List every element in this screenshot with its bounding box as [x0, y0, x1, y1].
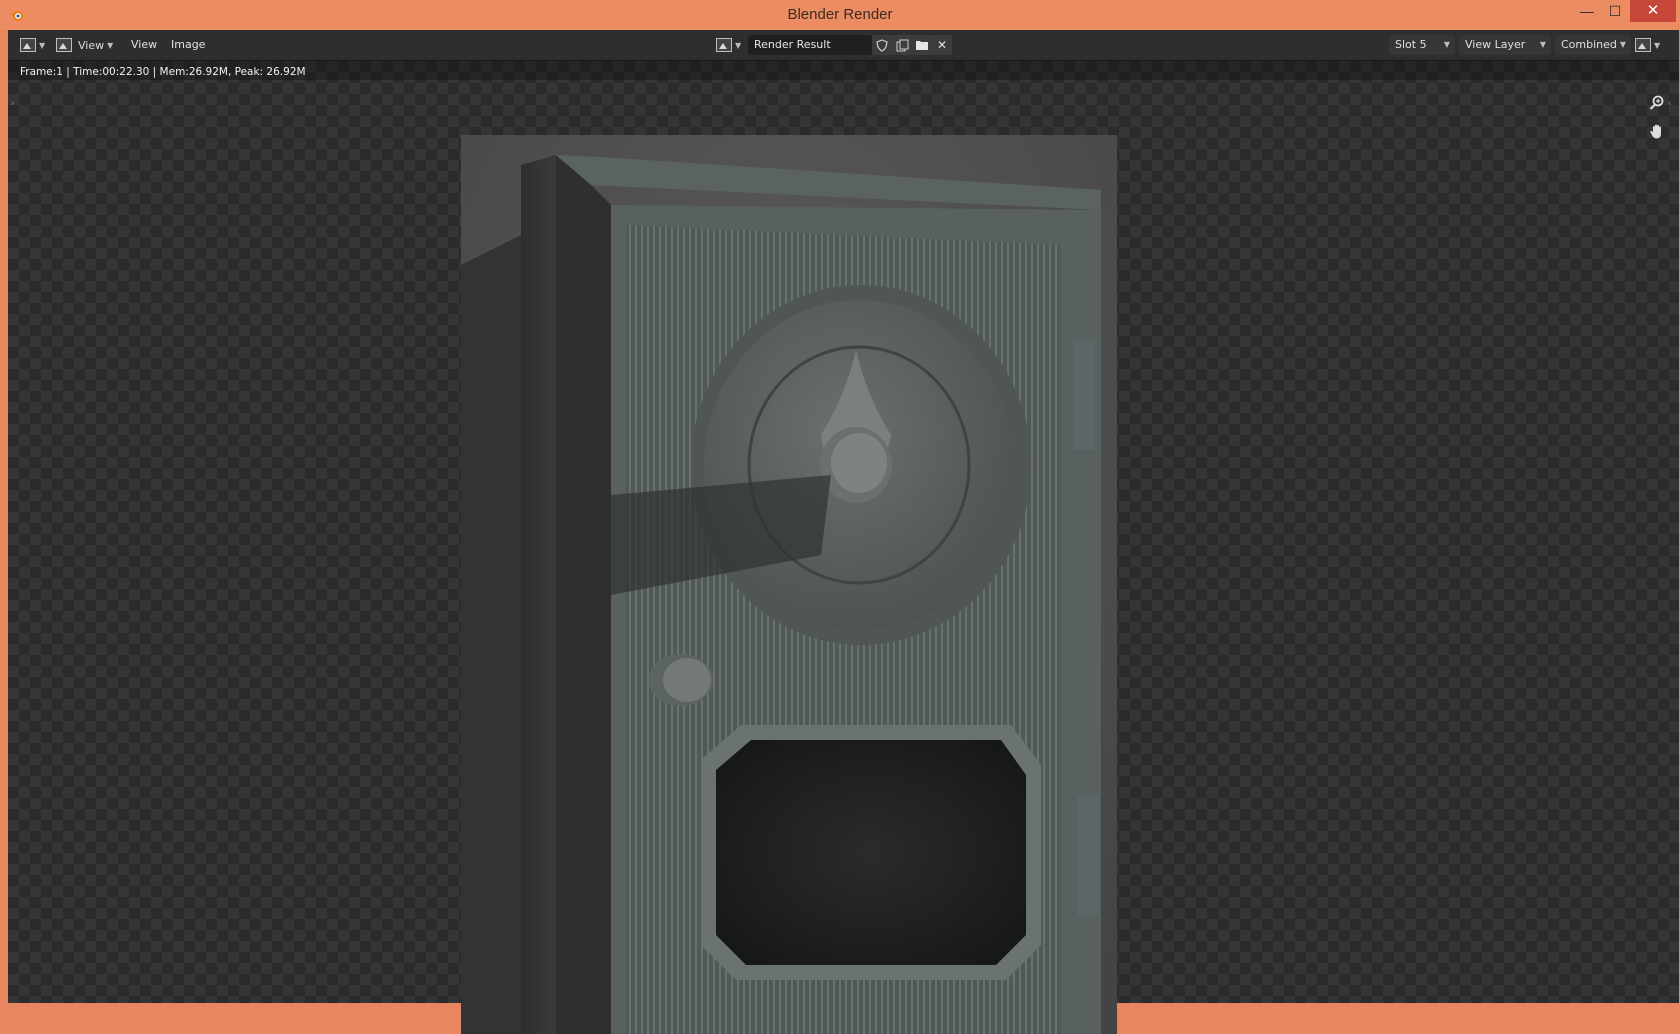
slot-label: Slot 5	[1395, 38, 1427, 51]
editor-type-icon	[20, 38, 36, 52]
menu-image[interactable]: Image	[171, 38, 205, 51]
chevron-down-icon: ▼	[1619, 40, 1626, 49]
fake-user-button[interactable]	[872, 35, 892, 55]
folder-icon	[916, 41, 928, 50]
window-title: Blender Render	[787, 6, 893, 23]
chevron-down-icon: ▼	[1443, 40, 1450, 49]
chevron-down-icon: ▼	[735, 40, 742, 50]
window-titlebar: Blender Render — ☐ ✕	[0, 0, 1680, 30]
render-stats-text: Frame:1 | Time:00:22.30 | Mem:26.92M, Pe…	[20, 66, 306, 78]
shield-icon	[876, 39, 888, 52]
unlink-image-button[interactable]: ✕	[932, 35, 952, 55]
view-layer-dropdown[interactable]: View Layer ▼	[1459, 35, 1551, 55]
hand-pan-icon[interactable]	[1646, 123, 1668, 145]
image-viewport[interactable]: ‹ ›	[8, 61, 1679, 1034]
zoom-icon[interactable]	[1646, 95, 1668, 117]
image-icon	[56, 38, 72, 52]
editor-type-button[interactable]: ▼	[20, 35, 45, 55]
view-mode-dropdown[interactable]: View ▼	[56, 35, 113, 55]
display-channels-button[interactable]: ▼	[1635, 35, 1660, 55]
image-browse-button[interactable]: ▼	[716, 35, 741, 55]
chevron-down-icon: ▼	[1654, 40, 1661, 50]
open-image-button[interactable]	[912, 35, 932, 55]
image-name-field[interactable]: Render Result	[748, 35, 872, 55]
new-image-button[interactable]	[892, 35, 912, 55]
render-pass-dropdown[interactable]: Combined ▼	[1555, 35, 1631, 55]
menu-view[interactable]: View	[131, 38, 157, 51]
close-window-button[interactable]: ✕	[1630, 0, 1676, 22]
chevron-down-icon: ▼	[39, 40, 46, 50]
duplicate-icon	[896, 39, 908, 52]
render-result-image	[461, 135, 1117, 1034]
toolbar-toggle-left-icon[interactable]: ›	[11, 99, 15, 109]
chevron-down-icon: ▼	[107, 40, 114, 50]
view-mode-label: View	[78, 38, 105, 52]
display-mode-icon	[1635, 38, 1651, 52]
chevron-down-icon: ▼	[1539, 40, 1546, 49]
view-layer-label: View Layer	[1465, 38, 1526, 51]
safe-render-illustration	[461, 135, 1117, 1034]
render-pass-label: Combined	[1561, 38, 1617, 51]
close-icon: ✕	[936, 38, 948, 52]
image-editor-frame: ▼ View ▼ View Image ▼ Render Result ✕ Sl…	[8, 30, 1679, 1034]
image-editor-header: ▼ View ▼ View Image ▼ Render Result ✕ Sl…	[8, 30, 1679, 61]
slot-dropdown[interactable]: Slot 5 ▼	[1389, 35, 1455, 55]
maximize-button[interactable]: ☐	[1598, 0, 1632, 22]
image-icon	[716, 38, 732, 52]
sidebar-toggle-right-icon[interactable]: ‹	[1668, 99, 1672, 109]
